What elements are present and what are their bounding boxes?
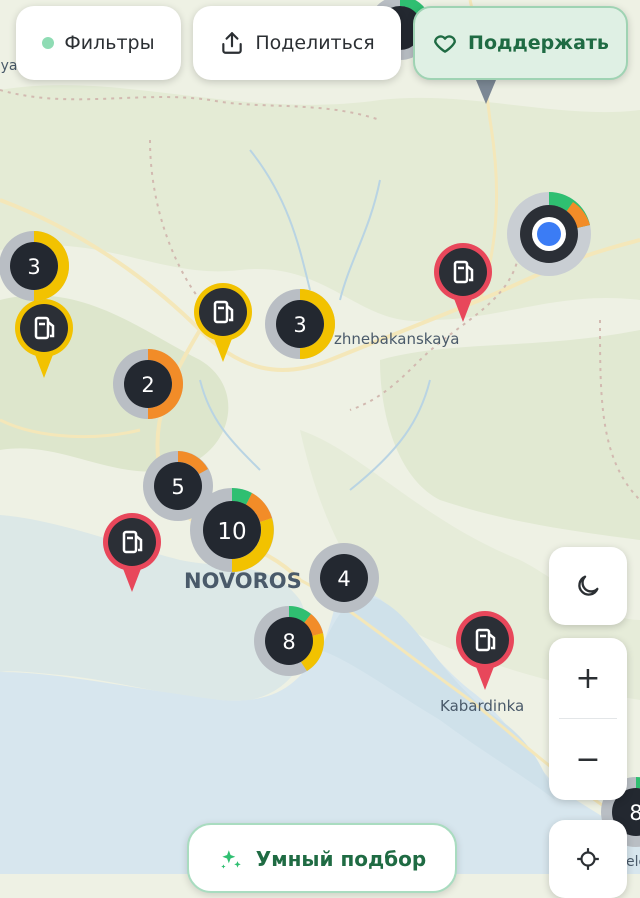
zoom-out-button[interactable]: −	[549, 719, 627, 799]
sparkles-icon	[221, 850, 241, 869]
share-button[interactable]: Поделиться	[193, 6, 401, 80]
crosshair-icon	[577, 848, 599, 870]
station-cluster[interactable]: 2	[113, 349, 183, 419]
station-cluster[interactable]: 3	[265, 289, 335, 359]
cluster-count: 5	[171, 475, 184, 499]
place-label-novorossiysk: NOVOROS	[184, 569, 302, 593]
filters-label: Фильтры	[64, 32, 155, 54]
place-label-nizhnebakanskaya: zhnebakanskaya	[334, 330, 459, 348]
filters-button[interactable]: Фильтры	[16, 6, 181, 80]
smart-pick-label: Умный подбор	[255, 847, 427, 871]
moon-icon	[578, 575, 599, 596]
map-canvas[interactable]: zhnebakanskaya NOVOROS Kabardinka aya el…	[0, 0, 640, 874]
cluster-count: 4	[337, 567, 350, 591]
place-label-right-edge: ele	[626, 854, 640, 870]
cluster-count: 3	[293, 313, 306, 337]
support-label: Поддержать	[468, 32, 609, 54]
cluster-count: 10	[217, 519, 246, 545]
cluster-count: 3	[27, 255, 40, 279]
filter-status-dot	[42, 37, 55, 49]
heart-icon	[434, 35, 456, 53]
share-icon	[222, 32, 243, 54]
zoom-in-button[interactable]: +	[549, 638, 627, 718]
cluster-count: 8	[629, 801, 640, 825]
user-location-marker[interactable]	[507, 192, 591, 276]
smart-pick-button[interactable]: Умный подбор	[187, 823, 457, 893]
zoom-controls: + −	[549, 638, 627, 800]
station-cluster[interactable]: 4	[309, 543, 379, 613]
station-cluster[interactable]: 3	[0, 231, 69, 301]
cluster-count: 8	[282, 630, 295, 654]
place-label-kabardinka: Kabardinka	[440, 697, 524, 715]
support-button[interactable]: Поддержать	[413, 6, 628, 80]
plus-icon: +	[575, 660, 601, 696]
station-cluster[interactable]: 8	[254, 606, 324, 676]
locate-me-button[interactable]	[549, 820, 627, 898]
share-label: Поделиться	[255, 32, 375, 54]
place-label-left-edge: aya	[0, 58, 17, 74]
cluster-count: 2	[141, 373, 154, 397]
dark-mode-button[interactable]	[549, 547, 627, 625]
station-cluster[interactable]: 10	[190, 487, 274, 572]
minus-icon: −	[575, 741, 601, 777]
